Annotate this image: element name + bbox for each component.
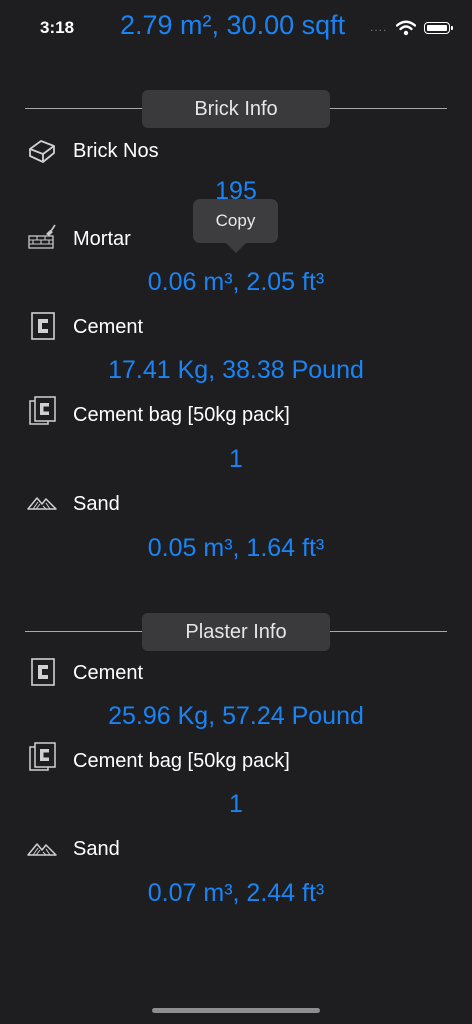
section-header-plaster-info: Plaster Info bbox=[142, 613, 330, 651]
section-header-brick-info: Brick Info bbox=[142, 90, 330, 128]
row-label-cement: Cement bbox=[73, 316, 144, 338]
value-cement[interactable]: 17.41 Kg, 38.38 Pound bbox=[0, 356, 472, 385]
value-cement-bag[interactable]: 1 bbox=[0, 445, 472, 474]
status-time: 3:18 bbox=[40, 18, 75, 37]
sand-icon bbox=[27, 497, 57, 510]
cement-icon bbox=[31, 658, 55, 686]
cement-bag-icon bbox=[29, 396, 56, 425]
home-indicator[interactable] bbox=[152, 1008, 320, 1013]
row-label-plaster-cement-bag: Cement bag [50kg pack] bbox=[73, 750, 290, 772]
battery-icon bbox=[424, 22, 453, 34]
sand-icon bbox=[27, 843, 57, 856]
mortar-trowel-icon bbox=[28, 224, 56, 249]
value-plaster-sand[interactable]: 0.07 m³, 2.44 ft³ bbox=[0, 879, 472, 908]
row-label-brick-nos: Brick Nos bbox=[73, 140, 159, 162]
copy-tooltip[interactable]: Copy bbox=[193, 199, 278, 243]
cement-bag-icon bbox=[29, 742, 56, 771]
signal-dots: .... bbox=[370, 20, 388, 34]
cement-icon bbox=[31, 312, 55, 340]
value-sand[interactable]: 0.05 m³, 1.64 ft³ bbox=[0, 534, 472, 563]
row-label-plaster-sand: Sand bbox=[73, 838, 120, 860]
row-label-cement-bag: Cement bag [50kg pack] bbox=[73, 404, 290, 426]
value-plaster-cement-bag[interactable]: 1 bbox=[0, 790, 472, 819]
brick-icon bbox=[29, 140, 55, 163]
row-label-mortar: Mortar bbox=[73, 228, 131, 250]
wifi-icon bbox=[396, 20, 416, 36]
row-label-plaster-cement: Cement bbox=[73, 662, 144, 684]
value-plaster-cement[interactable]: 25.96 Kg, 57.24 Pound bbox=[0, 702, 472, 731]
copy-tooltip-arrow bbox=[226, 243, 246, 253]
value-mortar[interactable]: 0.06 m³, 2.05 ft³ bbox=[0, 268, 472, 297]
row-label-sand: Sand bbox=[73, 493, 120, 515]
area-summary: 2.79 m², 30.00 sqft bbox=[120, 10, 346, 40]
